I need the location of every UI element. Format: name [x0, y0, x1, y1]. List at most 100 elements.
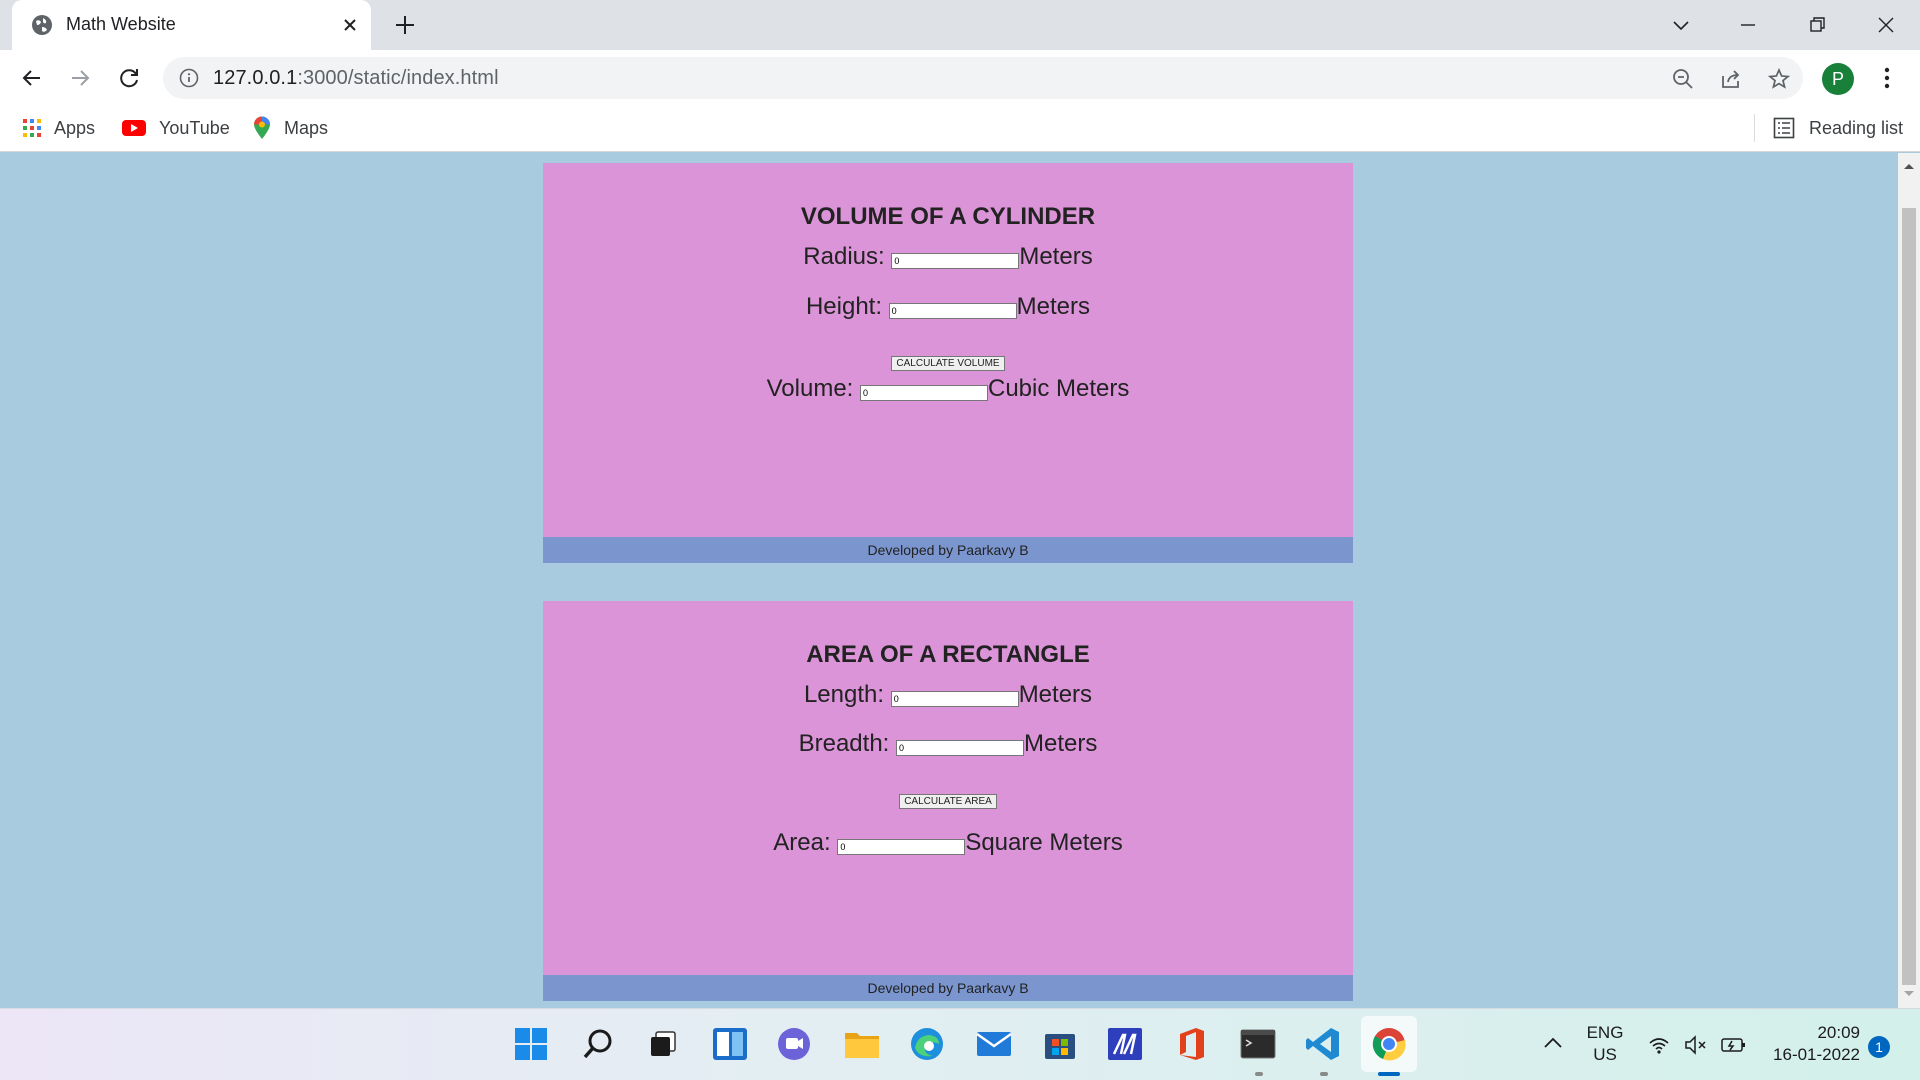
vscode-icon [1306, 1028, 1339, 1060]
share-icon[interactable] [1719, 67, 1743, 91]
breadth-row: Breadth: Meters [543, 730, 1353, 758]
back-icon[interactable] [18, 64, 46, 92]
bookmark-youtube-label: YouTube [159, 117, 230, 138]
youtube-icon [122, 120, 146, 136]
edge-button[interactable] [906, 1023, 948, 1065]
maps-pin-icon [254, 116, 270, 139]
vscode-running-indicator [1320, 1072, 1328, 1076]
height-input[interactable] [888, 303, 1017, 319]
volume-row: Volume: Cubic Meters [543, 375, 1353, 403]
forward-icon[interactable] [66, 64, 94, 92]
tab-search-icon[interactable] [1666, 10, 1696, 40]
site-info-icon[interactable] [179, 68, 199, 88]
search-icon [583, 1029, 612, 1059]
terminal-button[interactable] [1237, 1023, 1279, 1065]
speaker-muted-icon[interactable] [1683, 1034, 1709, 1056]
bookmark-youtube[interactable]: YouTube [121, 115, 230, 141]
clock-date: 16-01-2022 [1773, 1045, 1860, 1064]
cylinder-title: VOLUME OF A CYLINDER [800, 203, 1096, 230]
notification-badge[interactable]: 1 [1868, 1036, 1890, 1058]
rectangle-footer: Developed by Paarkavy B [543, 975, 1353, 1001]
close-tab-icon[interactable] [337, 12, 363, 38]
bookmark-maps[interactable]: Maps [252, 115, 328, 141]
zoom-icon[interactable] [1671, 67, 1695, 91]
apps-grid-icon [23, 119, 41, 137]
search-button[interactable] [577, 1023, 619, 1065]
calculate-volume-button[interactable]: CALCULATE VOLUME [891, 356, 1005, 371]
length-input[interactable] [890, 691, 1019, 707]
tab-strip: Math Website [0, 0, 1920, 50]
language-code: ENG [1586, 1023, 1624, 1042]
breadth-input[interactable] [896, 740, 1025, 756]
task-view-icon [651, 1031, 676, 1056]
mail-button[interactable] [973, 1023, 1015, 1065]
radius-input[interactable] [891, 253, 1020, 269]
store-button[interactable] [1039, 1023, 1081, 1065]
bookmark-star-icon[interactable] [1767, 67, 1791, 91]
chrome-active-indicator [1378, 1072, 1400, 1076]
office-button[interactable] [1171, 1023, 1213, 1065]
url-path: :3000/static/index.html [297, 67, 499, 89]
reading-list-button[interactable]: Reading list [1754, 114, 1903, 142]
rectangle-title: AREA OF A RECTANGLE [806, 641, 1090, 668]
address-bar[interactable]: 127.0.0.1:3000/static/index.html [163, 57, 1803, 99]
cylinder-card: VOLUME OF A CYLINDER Radius: Meters Heig… [543, 163, 1353, 563]
radius-unit: Meters [1019, 243, 1093, 270]
file-explorer-button[interactable] [841, 1023, 883, 1065]
kebab-menu-icon[interactable] [1874, 64, 1900, 92]
profile-avatar[interactable]: P [1822, 63, 1854, 95]
new-tab-icon[interactable] [392, 12, 418, 38]
task-view-button[interactable] [642, 1023, 684, 1065]
clock-time: 20:09 [1817, 1023, 1860, 1042]
url-text[interactable]: 127.0.0.1:3000/static/index.html [213, 67, 499, 90]
breadth-unit: Meters [1024, 730, 1098, 757]
browser-tab[interactable]: Math Website [12, 0, 371, 50]
area-output[interactable] [837, 839, 966, 855]
volume-unit: Cubic Meters [988, 375, 1130, 402]
url-host: 127.0.0.1 [213, 67, 298, 89]
reading-list-label: Reading list [1809, 117, 1904, 138]
area-button-row: CALCULATE AREA [543, 791, 1353, 809]
clock[interactable]: 20:09 16-01-2022 [1760, 1023, 1860, 1065]
terminal-running-indicator [1255, 1072, 1263, 1076]
wifi-icon[interactable] [1648, 1035, 1670, 1055]
start-button[interactable] [510, 1023, 552, 1065]
windows-logo-icon [515, 1028, 547, 1060]
bookmark-maps-label: Maps [284, 117, 329, 138]
minimize-icon[interactable] [1733, 10, 1763, 40]
scroll-up-arrow-icon[interactable] [1902, 161, 1916, 171]
calculate-area-button[interactable]: CALCULATE AREA [899, 794, 997, 809]
restore-icon[interactable] [1802, 10, 1832, 40]
bookmark-apps-label: Apps [54, 117, 96, 138]
teams-chat-button[interactable] [773, 1023, 815, 1065]
cylinder-footer: Developed by Paarkavy B [543, 537, 1353, 563]
reading-list-icon [1773, 117, 1795, 139]
vscode-button[interactable] [1302, 1023, 1344, 1065]
reload-icon[interactable] [115, 64, 143, 92]
close-window-icon[interactable] [1871, 10, 1901, 40]
scroll-down-arrow-icon[interactable] [1902, 989, 1916, 999]
chrome-icon [1372, 1028, 1406, 1061]
show-hidden-icons-icon[interactable] [1542, 1035, 1564, 1051]
bookmarks-bar: Apps YouTube Maps Reading list [0, 106, 1920, 152]
battery-charging-icon[interactable] [1720, 1035, 1748, 1055]
widgets-button[interactable] [709, 1023, 751, 1065]
bookmark-apps[interactable]: Apps [22, 115, 95, 141]
rectangle-card: AREA OF A RECTANGLE Length: Meters Bread… [543, 601, 1353, 1001]
language-indicator[interactable]: ENG US [1584, 1023, 1626, 1065]
tab-title: Math Website [66, 14, 176, 34]
area-label: Area: [773, 829, 831, 856]
page-scrollbar[interactable] [1898, 153, 1920, 1008]
chrome-button[interactable] [1361, 1016, 1417, 1072]
scrollbar-thumb[interactable] [1902, 208, 1916, 985]
page-viewport: VOLUME OF A CYLINDER Radius: Meters Heig… [0, 153, 1898, 1008]
height-label: Height: [805, 293, 882, 320]
volume-output[interactable] [860, 385, 988, 401]
math-app-button[interactable] [1104, 1023, 1146, 1065]
globe-icon [32, 15, 52, 35]
region-code: US [1593, 1045, 1617, 1064]
math-app-icon [1108, 1028, 1142, 1060]
length-unit: Meters [1018, 681, 1093, 708]
height-unit: Meters [1016, 293, 1091, 320]
radius-row: Radius: Meters [543, 243, 1353, 271]
